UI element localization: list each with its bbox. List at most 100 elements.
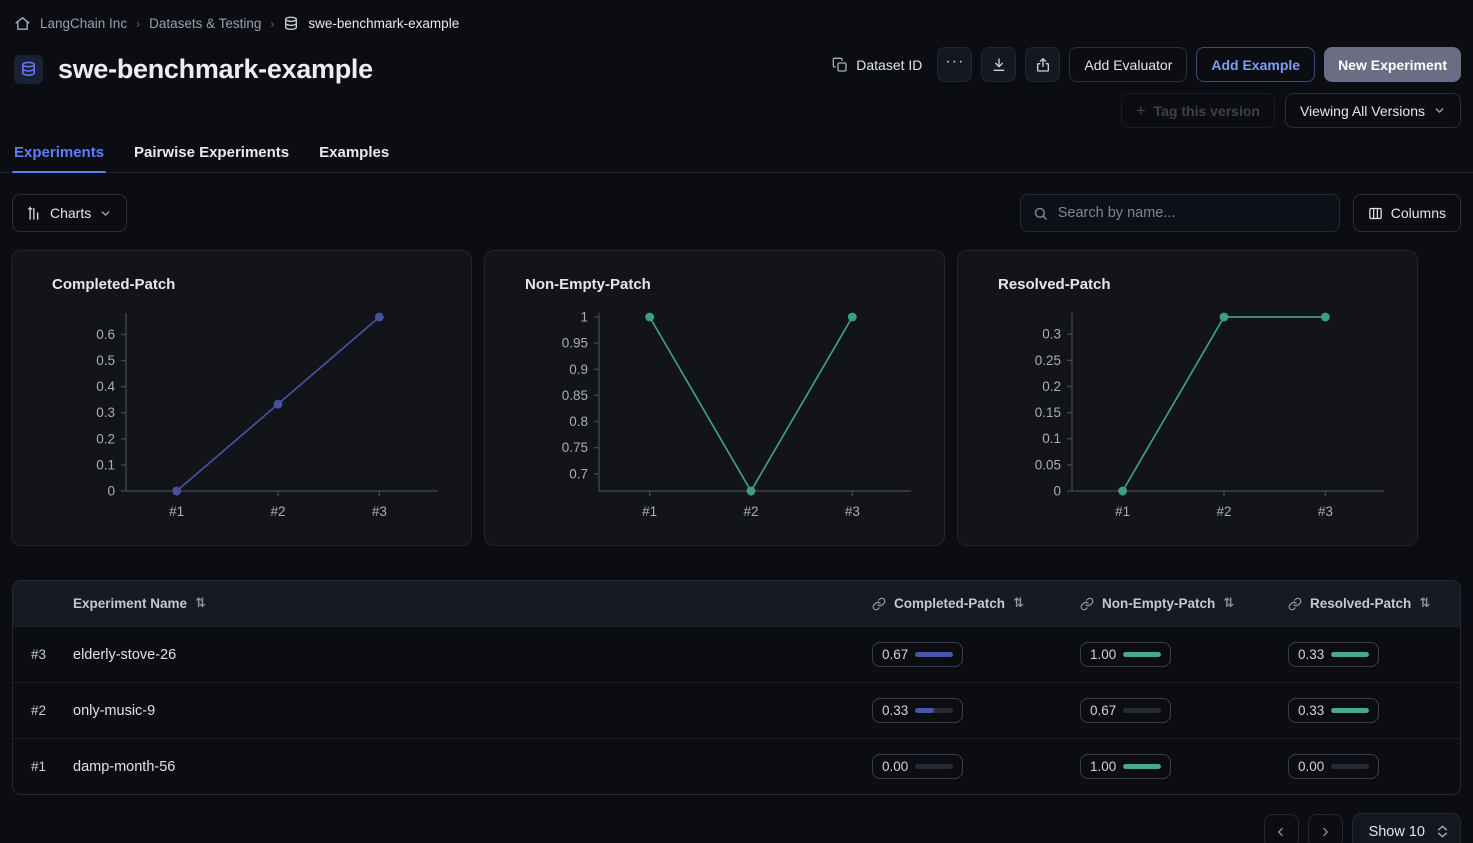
download-icon <box>991 57 1007 73</box>
link-icon <box>872 597 886 611</box>
add-evaluator-button[interactable]: Add Evaluator <box>1069 47 1187 82</box>
upload-icon <box>1035 57 1051 73</box>
breadcrumb-section[interactable]: Datasets & Testing <box>149 16 261 31</box>
line-chart: 10.950.90.850.80.750.7#1#2#3 <box>503 301 953 537</box>
sort-icon[interactable]: ⇅ <box>1223 596 1234 611</box>
metric-value: 0.67 <box>1090 703 1116 718</box>
svg-text:0.9: 0.9 <box>569 362 588 377</box>
tag-version-label: Tag this version <box>1154 103 1260 119</box>
columns-button[interactable]: Columns <box>1353 194 1461 232</box>
experiment-name: elderly-stove-26 <box>73 647 872 663</box>
metric-progress-bar <box>915 708 953 713</box>
svg-text:#1: #1 <box>169 504 184 519</box>
svg-text:#1: #1 <box>642 504 657 519</box>
toolbar: Charts Columns <box>0 173 1473 232</box>
chart-title: Completed-Patch <box>12 251 471 293</box>
table-header: Experiment Name ⇅ Completed-Patch ⇅ Non-… <box>13 581 1460 626</box>
svg-text:#1: #1 <box>1115 504 1130 519</box>
svg-text:0.8: 0.8 <box>569 414 588 429</box>
tag-version-button: + Tag this version <box>1121 93 1275 128</box>
table-row[interactable]: #1damp-month-560.001.000.00 <box>13 738 1460 794</box>
metric-value: 0.33 <box>1298 647 1324 662</box>
experiment-name: damp-month-56 <box>73 759 872 775</box>
line-chart: 0.30.250.20.150.10.050#1#2#3 <box>976 301 1426 537</box>
download-button[interactable] <box>981 47 1016 82</box>
sort-icon[interactable]: ⇅ <box>1419 596 1430 611</box>
svg-text:0.15: 0.15 <box>1035 405 1061 420</box>
breadcrumb-org[interactable]: LangChain Inc <box>40 16 127 31</box>
page-size-select[interactable]: Show 10 <box>1352 813 1461 843</box>
svg-text:1: 1 <box>580 310 588 325</box>
metric-cell: 1.00 <box>1080 754 1288 779</box>
metric-badge: 0.33 <box>872 698 963 723</box>
tab-experiments[interactable]: Experiments <box>14 144 104 172</box>
metric-progress-bar <box>1123 652 1161 657</box>
prev-page-button[interactable] <box>1264 814 1299 843</box>
version-controls: + Tag this version Viewing All Versions <box>1121 93 1461 128</box>
dataset-icon <box>14 55 43 84</box>
metric-progress-bar <box>1331 652 1369 657</box>
dataset-id-label: Dataset ID <box>856 57 922 73</box>
link-icon <box>1080 597 1094 611</box>
database-icon <box>283 16 299 32</box>
svg-text:0.2: 0.2 <box>1042 379 1061 394</box>
new-experiment-button[interactable]: New Experiment <box>1324 47 1461 82</box>
charts-dropdown-button[interactable]: Charts <box>12 194 127 232</box>
page-header: swe-benchmark-example Dataset ID ··· <box>0 34 1473 128</box>
svg-text:0.1: 0.1 <box>1042 431 1061 446</box>
sort-icon[interactable]: ⇅ <box>1013 596 1024 611</box>
version-filter-dropdown[interactable]: Viewing All Versions <box>1285 93 1461 128</box>
metric-cell: 0.33 <box>1288 642 1460 667</box>
metric-cell: 1.00 <box>1080 642 1288 667</box>
chart-title: Non-Empty-Patch <box>485 251 944 293</box>
metric-badge: 0.33 <box>1288 698 1379 723</box>
search-input[interactable] <box>1058 205 1327 221</box>
experiment-number: #1 <box>13 759 73 774</box>
column-header-resolved-patch: Resolved-Patch <box>1310 596 1411 611</box>
table-row[interactable]: #2only-music-90.330.670.33 <box>13 682 1460 738</box>
line-chart: 0.60.50.40.30.20.10#1#2#3 <box>30 301 480 537</box>
svg-text:0.3: 0.3 <box>96 405 115 420</box>
metric-badge: 1.00 <box>1080 642 1171 667</box>
breadcrumb: LangChain Inc › Datasets & Testing › swe… <box>0 0 1473 34</box>
svg-text:#3: #3 <box>1318 504 1333 519</box>
metric-progress-bar <box>915 764 953 769</box>
version-filter-label: Viewing All Versions <box>1300 103 1425 119</box>
header-actions: Dataset ID ··· Add Evaluator Add Example… <box>826 47 1461 82</box>
tab-pairwise-experiments[interactable]: Pairwise Experiments <box>134 144 289 172</box>
sort-icon[interactable]: ⇅ <box>195 596 206 611</box>
table-row[interactable]: #3elderly-stove-260.671.000.33 <box>13 626 1460 682</box>
svg-text:0.5: 0.5 <box>96 353 115 368</box>
svg-text:0.2: 0.2 <box>96 431 115 446</box>
svg-text:#3: #3 <box>372 504 387 519</box>
metric-progress-bar <box>915 652 953 657</box>
metric-cell: 0.00 <box>872 754 1080 779</box>
upload-button[interactable] <box>1025 47 1060 82</box>
chevron-down-icon <box>1433 104 1446 117</box>
svg-text:#2: #2 <box>743 504 758 519</box>
add-example-button[interactable]: Add Example <box>1196 47 1315 82</box>
experiment-number: #2 <box>13 703 73 718</box>
chart-card: Completed-Patch0.60.50.40.30.20.10#1#2#3 <box>11 250 472 546</box>
metric-progress-bar <box>1331 708 1369 713</box>
metric-badge: 0.67 <box>1080 698 1171 723</box>
next-page-button[interactable] <box>1308 814 1343 843</box>
ellipsis-icon: ··· <box>945 53 964 71</box>
charts-label: Charts <box>50 205 91 221</box>
metric-cell: 0.00 <box>1288 754 1460 779</box>
tab-examples[interactable]: Examples <box>319 144 389 172</box>
experiments-table: Experiment Name ⇅ Completed-Patch ⇅ Non-… <box>12 580 1461 795</box>
experiment-name: only-music-9 <box>73 703 872 719</box>
svg-text:0.85: 0.85 <box>562 388 588 403</box>
svg-text:0: 0 <box>107 484 115 499</box>
svg-text:0.6: 0.6 <box>96 327 115 342</box>
svg-text:#2: #2 <box>1216 504 1231 519</box>
chart-card: Resolved-Patch0.30.250.20.150.10.050#1#2… <box>957 250 1418 546</box>
svg-text:0.75: 0.75 <box>562 440 588 455</box>
dataset-id-button[interactable]: Dataset ID <box>826 47 928 82</box>
home-icon[interactable] <box>14 15 31 32</box>
metric-badge: 0.33 <box>1288 642 1379 667</box>
svg-text:#2: #2 <box>270 504 285 519</box>
svg-text:0.7: 0.7 <box>569 466 588 481</box>
more-actions-button[interactable]: ··· <box>937 47 972 82</box>
